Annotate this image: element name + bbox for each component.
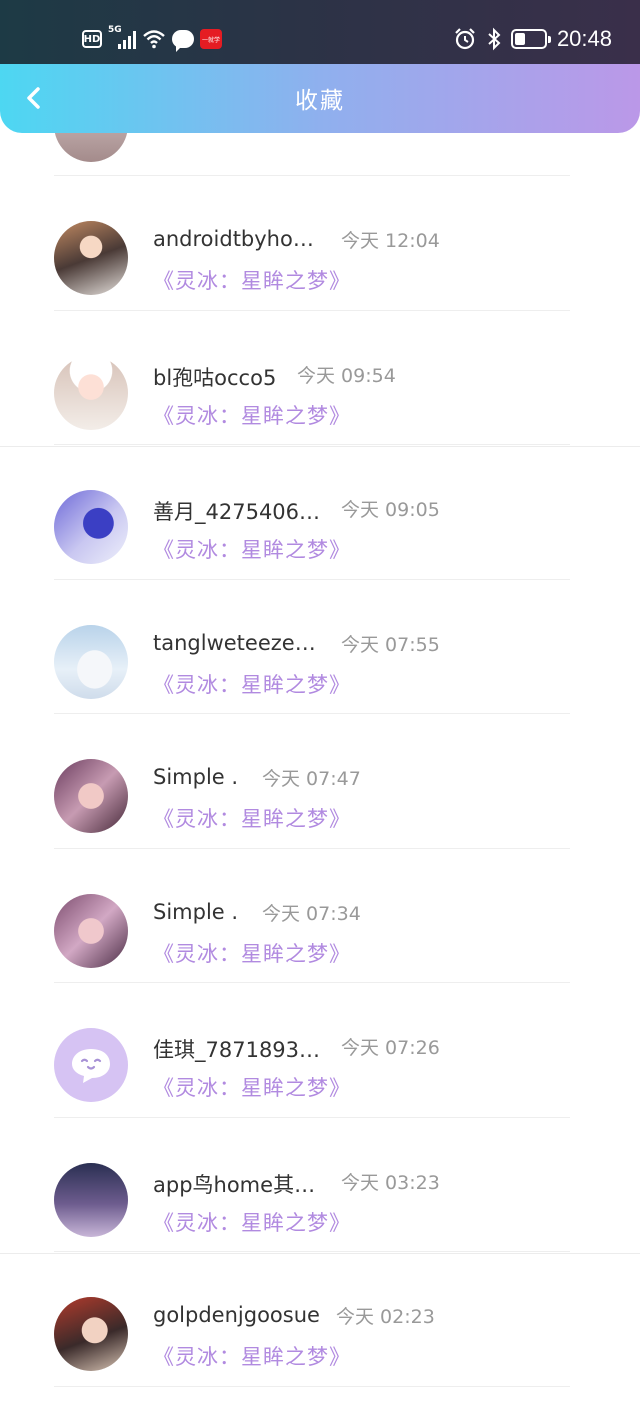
work-title-link[interactable]: 《灵冰：星眸之梦》 — [153, 1341, 351, 1371]
user-name: 善月_4275406… — [153, 500, 321, 524]
avatar[interactable] — [54, 221, 128, 295]
user-name: app鸟home其… — [153, 1172, 316, 1197]
network-type: 5G — [108, 25, 122, 35]
user-name: tanglweteeze… — [153, 630, 316, 655]
list-item[interactable]: tanglweteeze… 今天 07:55 《灵冰：星眸之梦》 — [0, 580, 640, 714]
divider — [54, 1385, 570, 1387]
favorite-time: 今天 03:23 — [341, 1171, 440, 1194]
work-title-link[interactable]: 《灵冰：星眸之梦》 — [153, 265, 351, 295]
work-title-link[interactable]: 《灵冰：星眸之梦》 — [153, 1207, 351, 1237]
favorite-time: 今天 12:04 — [341, 230, 440, 252]
list-item[interactable]: app鸟home其… 今天 03:23 《灵冰：星眸之梦》 — [0, 1118, 640, 1252]
favorite-time: 今天 07:34 — [262, 902, 361, 925]
favorite-time: 今天 09:05 — [341, 499, 440, 521]
avatar[interactable] — [54, 1028, 128, 1102]
avatar[interactable] — [54, 759, 128, 833]
user-name: bl孢咕occo5 — [153, 365, 277, 390]
user-name: golpdenjgoosue — [153, 1303, 320, 1327]
avatar[interactable] — [54, 1162, 128, 1237]
work-title-link[interactable]: 《灵冰：星眸之梦》 — [153, 803, 351, 833]
list-item[interactable]: androidtbyho… 今天 12:04 《灵冰：星眸之梦》 — [0, 176, 640, 311]
avatar[interactable] — [54, 490, 128, 564]
user-name: 佳琪_7871893… — [153, 1038, 321, 1062]
section-divider — [0, 446, 640, 447]
list-item[interactable]: golpdenjgoosue 今天 02:23 《灵冰：星眸之梦》 — [0, 1252, 640, 1387]
avatar[interactable] — [54, 355, 128, 430]
list-item[interactable]: 佳琪_7871893… 今天 07:26 《灵冰：星眸之梦》 — [0, 983, 640, 1118]
list-item[interactable]: bl孢咕occo5 今天 09:54 《灵冰：星眸之梦》 — [0, 311, 640, 445]
work-title-link[interactable]: 《灵冰：星眸之梦》 — [153, 669, 351, 699]
work-title-link[interactable]: 《灵冰：星眸之梦》 — [153, 534, 351, 564]
header-bar: 收藏 — [0, 64, 640, 133]
section-divider — [0, 1253, 640, 1254]
page-title: 收藏 — [295, 88, 345, 114]
user-name: Simple . — [153, 899, 239, 924]
work-title-link[interactable]: 《灵冰：星眸之梦》 — [153, 938, 351, 968]
favorite-time: 今天 07:55 — [341, 633, 440, 656]
avatar[interactable] — [54, 624, 128, 699]
list-item[interactable]: Simple . 今天 07:47 《灵冰：星眸之梦》 — [0, 714, 640, 849]
avatar[interactable] — [54, 1297, 128, 1371]
favorite-time: 今天 07:47 — [262, 768, 361, 790]
favorite-time: 今天 09:54 — [297, 364, 396, 387]
list-item[interactable]: 善月_4275406… 今天 09:05 《灵冰：星眸之梦》 — [0, 445, 640, 580]
work-title-link[interactable]: 《灵冰：星眸之梦》 — [153, 1072, 351, 1102]
user-name: Simple . — [153, 765, 239, 789]
avatar[interactable] — [54, 893, 128, 968]
work-title-link[interactable]: 《灵冰：星眸之梦》 — [153, 400, 351, 430]
default-avatar-chat-icon — [72, 1049, 110, 1083]
list-item[interactable]: Simple . 今天 07:34 《灵冰：星眸之梦》 — [0, 849, 640, 983]
user-name: androidtbyho… — [153, 227, 314, 251]
favorite-time: 今天 02:23 — [336, 1306, 435, 1328]
favorite-time: 今天 07:26 — [341, 1037, 440, 1059]
favorites-list: androidtbyho… 今天 12:04 《灵冰：星眸之梦》 bl孢咕occ… — [0, 40, 640, 1387]
